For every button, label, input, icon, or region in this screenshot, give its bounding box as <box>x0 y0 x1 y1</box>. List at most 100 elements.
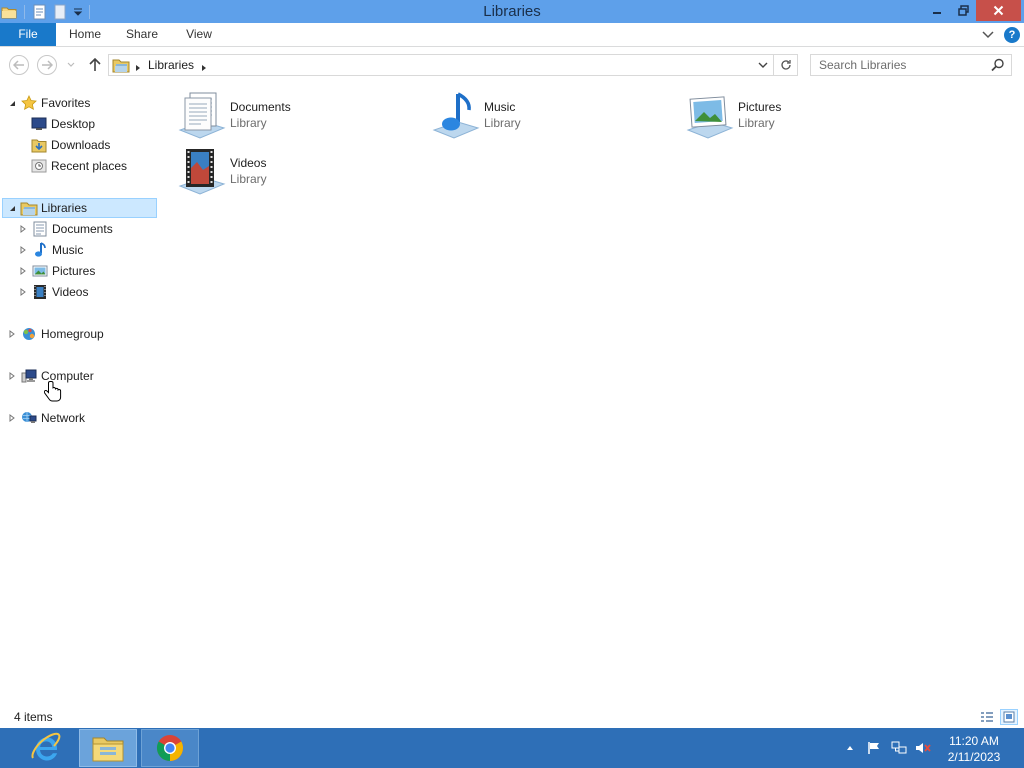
tree-item-label: Downloads <box>51 138 111 152</box>
library-tile-documents[interactable]: Documents Library <box>176 88 426 142</box>
tree-item-label: Videos <box>52 285 89 299</box>
internet-explorer-icon <box>31 732 61 761</box>
tree-item-libraries[interactable]: Libraries <box>2 198 157 218</box>
library-name: Music <box>484 100 516 114</box>
network-status-icon[interactable] <box>889 728 909 768</box>
tree-item-recent-places[interactable]: Recent places <box>30 156 127 176</box>
volume-muted-icon[interactable] <box>913 728 933 768</box>
tree-item-videos[interactable]: Videos <box>19 282 88 302</box>
tree-item-documents[interactable]: Documents <box>19 219 113 239</box>
large-icons-view-button[interactable] <box>1000 709 1018 725</box>
tree-item-network[interactable]: Network <box>8 408 85 428</box>
computer-icon <box>20 368 38 384</box>
recent-locations-button[interactable] <box>64 57 78 71</box>
expand-arrow-icon[interactable] <box>8 414 16 422</box>
desktop-icon <box>30 116 48 132</box>
expand-arrow-icon[interactable] <box>19 267 27 275</box>
taskbar-app-file-explorer[interactable] <box>79 729 137 767</box>
ribbon-controls: ? <box>982 25 1020 45</box>
search-icon[interactable] <box>991 58 1005 75</box>
breadcrumb-libraries[interactable]: Libraries <box>148 58 194 72</box>
large-icons-view-icon <box>1003 711 1015 723</box>
back-button[interactable] <box>9 55 29 75</box>
title-bar: Libraries <box>0 0 1024 23</box>
item-count: 4 items <box>14 710 53 724</box>
library-tile-videos[interactable]: Videos Library <box>176 144 426 198</box>
tree-item-label: Documents <box>52 222 113 236</box>
clock-time: 11:20 AM <box>949 734 999 748</box>
search-box[interactable] <box>810 54 1012 76</box>
content-pane: Documents Library Music Library Pictures… <box>158 83 1024 705</box>
clock-date: 2/11/2023 <box>947 750 1001 764</box>
expand-arrow-icon[interactable] <box>19 288 27 296</box>
up-button[interactable] <box>86 55 104 75</box>
breadcrumb-chevron-icon[interactable] <box>135 61 141 75</box>
videos-icon <box>31 284 49 300</box>
pictures-library-icon <box>684 89 736 141</box>
tree-item-label: Music <box>52 243 84 257</box>
close-icon <box>993 5 1004 16</box>
library-tile-pictures[interactable]: Pictures Library <box>684 88 934 142</box>
tree-item-label: Favorites <box>41 96 91 110</box>
tree-item-homegroup[interactable]: Homegroup <box>8 324 104 344</box>
restore-icon <box>957 5 969 16</box>
tree-item-label: Recent places <box>51 159 128 173</box>
search-input[interactable] <box>811 55 987 75</box>
tree-item-favorites[interactable]: Favorites <box>8 93 90 113</box>
forward-arrow-icon <box>42 60 53 70</box>
homegroup-icon <box>20 326 38 342</box>
tab-view[interactable]: View <box>176 23 222 46</box>
music-library-icon <box>430 89 482 141</box>
tree-item-label: Network <box>41 411 86 425</box>
collapse-arrow-icon[interactable] <box>8 204 16 212</box>
ribbon: File Home Share View ? <box>0 23 1024 47</box>
expand-arrow-icon[interactable] <box>8 330 16 338</box>
downloads-icon <box>30 137 48 153</box>
system-clock[interactable]: 11:20 AM 2/11/2023 <box>940 733 1008 765</box>
library-name: Pictures <box>738 100 782 114</box>
expand-ribbon-icon[interactable] <box>982 31 994 39</box>
chrome-icon <box>156 735 184 762</box>
taskbar-app-chrome[interactable] <box>141 729 199 767</box>
network-icon <box>20 410 38 426</box>
library-tile-music[interactable]: Music Library <box>430 88 680 142</box>
star-icon <box>20 95 38 111</box>
address-dropdown-button[interactable] <box>757 59 769 74</box>
documents-icon <box>31 221 49 237</box>
minimize-icon <box>933 11 941 14</box>
address-bar[interactable]: Libraries <box>108 54 774 76</box>
breadcrumb-chevron-icon[interactable] <box>201 61 207 75</box>
minimize-button[interactable] <box>924 0 950 21</box>
hand-cursor-icon <box>43 380 62 402</box>
forward-button[interactable] <box>37 55 57 75</box>
tab-file[interactable]: File <box>0 23 56 46</box>
expand-arrow-icon[interactable] <box>19 225 27 233</box>
action-center-icon[interactable] <box>864 728 884 768</box>
tree-item-label: Pictures <box>52 264 96 278</box>
expand-arrow-icon[interactable] <box>19 246 27 254</box>
tab-share[interactable]: Share <box>118 23 166 46</box>
refresh-button[interactable] <box>774 54 798 76</box>
libraries-icon <box>112 57 130 76</box>
tree-item-music[interactable]: Music <box>19 240 83 260</box>
tree-item-desktop[interactable]: Desktop <box>30 114 95 134</box>
expand-arrow-icon[interactable] <box>8 372 16 380</box>
details-view-button[interactable] <box>978 709 996 725</box>
file-explorer-icon <box>92 737 124 762</box>
pictures-icon <box>31 263 49 279</box>
show-hidden-icons-button[interactable] <box>843 728 857 768</box>
recent-places-icon <box>30 158 48 174</box>
back-arrow-icon <box>13 60 24 70</box>
help-icon[interactable]: ? <box>1004 27 1020 43</box>
taskbar-app-internet-explorer[interactable] <box>16 729 74 767</box>
tree-item-label: Homegroup <box>41 327 104 341</box>
tree-item-downloads[interactable]: Downloads <box>30 135 110 155</box>
music-icon <box>31 242 49 258</box>
tree-item-label: Desktop <box>51 117 96 131</box>
restore-button[interactable] <box>950 0 976 21</box>
tab-home[interactable]: Home <box>60 23 110 46</box>
collapse-arrow-icon[interactable] <box>8 99 16 107</box>
tree-item-pictures[interactable]: Pictures <box>19 261 95 281</box>
close-button[interactable] <box>976 0 1021 21</box>
details-view-icon <box>981 712 993 722</box>
